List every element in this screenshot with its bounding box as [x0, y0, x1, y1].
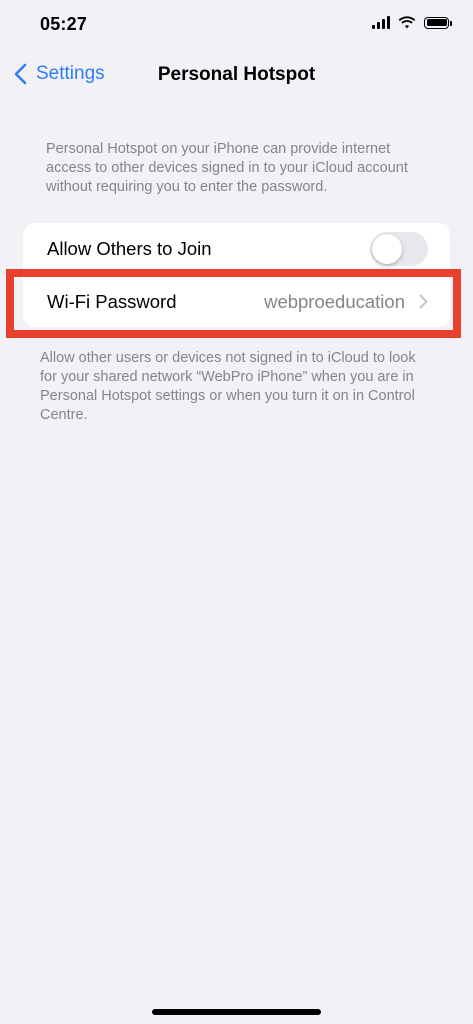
navigation-bar: Settings Personal Hotspot	[0, 52, 473, 100]
highlight-annotation-box	[6, 269, 461, 338]
row-allow-others-to-join: Allow Others to Join	[23, 223, 450, 275]
status-icons	[372, 16, 452, 29]
wifi-icon	[398, 16, 416, 29]
status-time: 05:27	[40, 14, 88, 34]
home-indicator[interactable]	[152, 1009, 321, 1015]
page-title: Personal Hotspot	[157, 64, 316, 85]
signal-icon	[372, 16, 390, 29]
status-bar: 05:27	[0, 0, 473, 52]
section-footer-description: Allow other users or devices not signed …	[40, 350, 416, 423]
allow-others-toggle[interactable]	[370, 232, 428, 266]
battery-icon	[424, 16, 452, 29]
row-label: Allow Others to Join	[47, 238, 212, 259]
section-header-description: Personal Hotspot on your iPhone can prov…	[46, 141, 408, 195]
toggle-knob	[372, 234, 402, 264]
